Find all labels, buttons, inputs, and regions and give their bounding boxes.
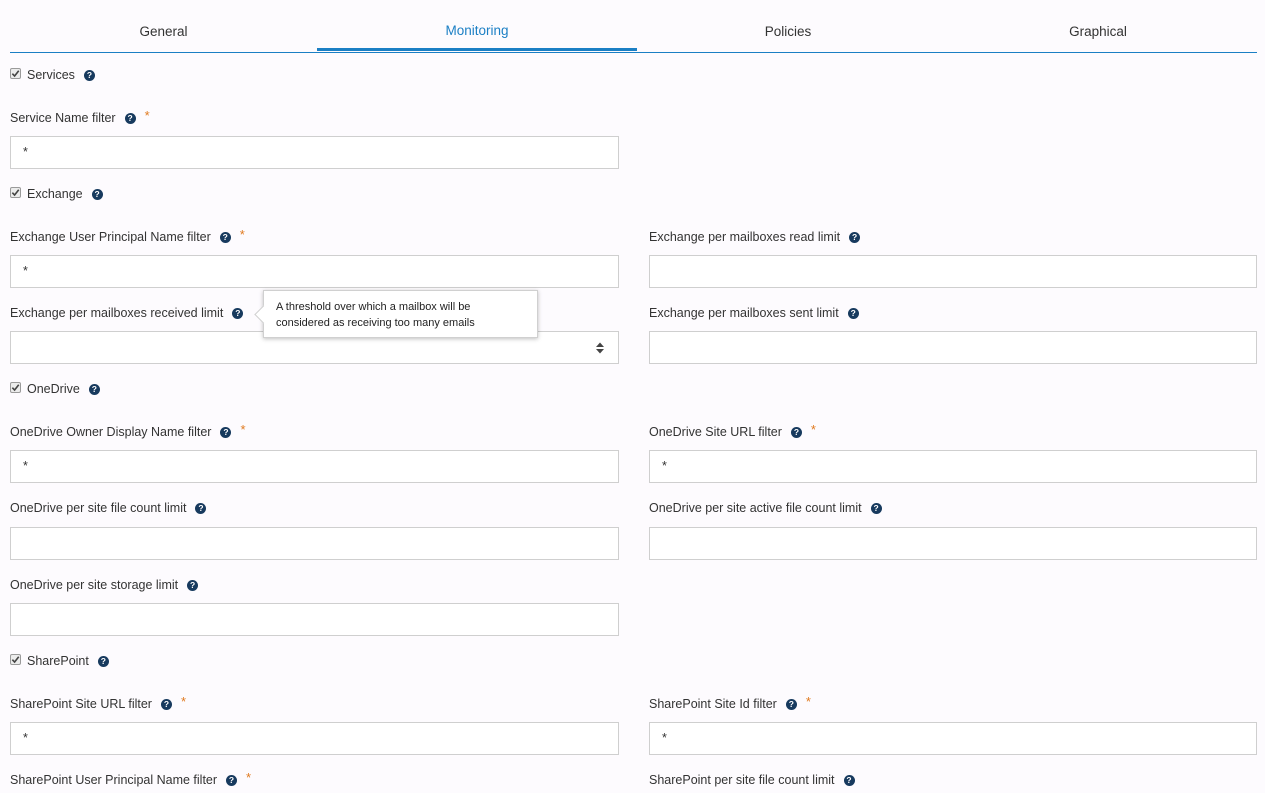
tab-bar: General Monitoring Policies Graphical (10, 0, 1257, 53)
sharepoint-site-url-filter-input[interactable]: * (10, 722, 619, 755)
required-marker: * (239, 226, 245, 242)
sharepoint-file-count-limit-label-row: SharePoint per site file count limit ? (649, 772, 855, 788)
help-icon[interactable]: ? (870, 502, 882, 514)
onedrive-file-count-limit-label: OneDrive per site file count limit (10, 501, 187, 515)
exchange-read-limit-label: Exchange per mailboxes read limit (649, 230, 841, 244)
exchange-checkbox[interactable] (10, 186, 21, 198)
services-checkbox[interactable] (10, 67, 21, 79)
sharepoint-toggle: SharePoint ? (10, 653, 109, 669)
exchange-toggle: Exchange ? (10, 186, 103, 202)
onedrive-storage-limit-label: OneDrive per site storage limit (10, 578, 179, 592)
tab-general[interactable]: General (10, 0, 317, 52)
onedrive-storage-limit-label-row: OneDrive per site storage limit ? (10, 577, 199, 593)
help-icon[interactable]: ? (849, 231, 861, 243)
tooltip-line-1: A threshold over which a mailbox will be (276, 301, 471, 313)
help-icon[interactable]: ? (790, 426, 802, 438)
sharepoint-upn-filter-label-row: SharePoint User Principal Name filter ? … (10, 769, 252, 788)
help-tooltip: A threshold over which a mailbox will be… (254, 290, 538, 338)
tab-monitoring[interactable]: Monitoring (317, 0, 637, 52)
onedrive-site-url-filter-label: OneDrive Site URL filter (649, 425, 782, 439)
help-icon[interactable]: ? (226, 774, 238, 786)
required-marker: * (246, 769, 252, 785)
sharepoint-file-count-limit-label: SharePoint per site file count limit (649, 773, 835, 787)
exchange-received-limit-label-row: Exchange per mailboxes received limit ? (10, 305, 244, 321)
onedrive-active-file-count-limit-label: OneDrive per site active file count limi… (649, 501, 862, 515)
help-icon[interactable]: ? (219, 231, 231, 243)
help-icon[interactable]: ? (232, 307, 244, 319)
tooltip-line-2: considered as receiving too many emails (276, 317, 475, 329)
service-name-filter-label-row: Service Name filter ? * (10, 107, 150, 126)
exchange-sent-limit-label-row: Exchange per mailboxes sent limit ? (649, 305, 859, 321)
exchange-read-limit-label-row: Exchange per mailboxes read limit ? (649, 229, 861, 245)
required-marker: * (144, 107, 150, 123)
help-icon[interactable]: ? (91, 188, 103, 200)
onedrive-owner-filter-label-row: OneDrive Owner Display Name filter ? * (10, 421, 246, 440)
onedrive-storage-limit-input[interactable] (10, 603, 619, 636)
help-icon[interactable]: ? (843, 774, 855, 786)
exchange-sent-limit-label: Exchange per mailboxes sent limit (649, 306, 839, 320)
onedrive-owner-filter-input[interactable]: * (10, 450, 619, 483)
services-label: Services (27, 68, 75, 82)
active-tab-indicator (317, 48, 637, 51)
sharepoint-site-url-filter-label-row: SharePoint Site URL filter ? * (10, 693, 187, 712)
onedrive-toggle: OneDrive ? (10, 381, 100, 397)
help-icon[interactable]: ? (88, 383, 100, 395)
help-icon[interactable]: ? (124, 112, 136, 124)
exchange-upn-filter-label-row: Exchange User Principal Name filter ? * (10, 226, 245, 245)
onedrive-file-count-limit-input[interactable] (10, 527, 619, 560)
help-icon[interactable]: ? (847, 307, 859, 319)
number-stepper-icon[interactable] (596, 341, 604, 355)
help-icon[interactable]: ? (785, 698, 797, 710)
tab-graphical[interactable]: Graphical (939, 0, 1257, 52)
service-name-filter-label: Service Name filter (10, 111, 116, 125)
required-marker: * (805, 693, 811, 709)
onedrive-active-file-count-limit-label-row: OneDrive per site active file count limi… (649, 500, 882, 516)
sharepoint-site-id-filter-input[interactable]: * (649, 722, 1257, 755)
exchange-sent-limit-input[interactable] (649, 331, 1257, 364)
onedrive-file-count-limit-label-row: OneDrive per site file count limit ? (10, 500, 207, 516)
onedrive-site-url-filter-label-row: OneDrive Site URL filter ? * (649, 421, 816, 440)
sharepoint-upn-filter-label: SharePoint User Principal Name filter (10, 773, 218, 787)
onedrive-label: OneDrive (27, 382, 80, 396)
exchange-read-limit-input[interactable] (649, 255, 1257, 288)
exchange-received-limit-label: Exchange per mailboxes received limit (10, 306, 224, 320)
exchange-upn-filter-label: Exchange User Principal Name filter (10, 230, 211, 244)
required-marker: * (240, 421, 246, 437)
sharepoint-site-id-filter-label-row: SharePoint Site Id filter ? * (649, 693, 811, 712)
sharepoint-label: SharePoint (27, 654, 89, 668)
help-icon[interactable]: ? (187, 579, 199, 591)
sharepoint-checkbox[interactable] (10, 653, 21, 665)
exchange-upn-filter-input[interactable]: * (10, 255, 619, 288)
help-icon[interactable]: ? (160, 698, 172, 710)
help-icon[interactable]: ? (83, 69, 95, 81)
onedrive-site-url-filter-input[interactable]: * (649, 450, 1257, 483)
required-marker: * (810, 421, 816, 437)
tab-policies[interactable]: Policies (637, 0, 939, 52)
onedrive-owner-filter-label: OneDrive Owner Display Name filter (10, 425, 212, 439)
onedrive-checkbox[interactable] (10, 381, 21, 393)
sharepoint-site-id-filter-label: SharePoint Site Id filter (649, 697, 777, 711)
service-name-filter-input[interactable]: * (10, 136, 619, 169)
help-icon[interactable]: ? (195, 502, 207, 514)
services-toggle: Services ? (10, 67, 95, 83)
sharepoint-site-url-filter-label: SharePoint Site URL filter (10, 697, 152, 711)
help-icon[interactable]: ? (97, 655, 109, 667)
exchange-label: Exchange (27, 187, 83, 201)
required-marker: * (180, 693, 187, 709)
onedrive-active-file-count-limit-input[interactable] (649, 527, 1257, 560)
help-icon[interactable]: ? (220, 426, 232, 438)
tooltip-arrow (254, 305, 273, 324)
